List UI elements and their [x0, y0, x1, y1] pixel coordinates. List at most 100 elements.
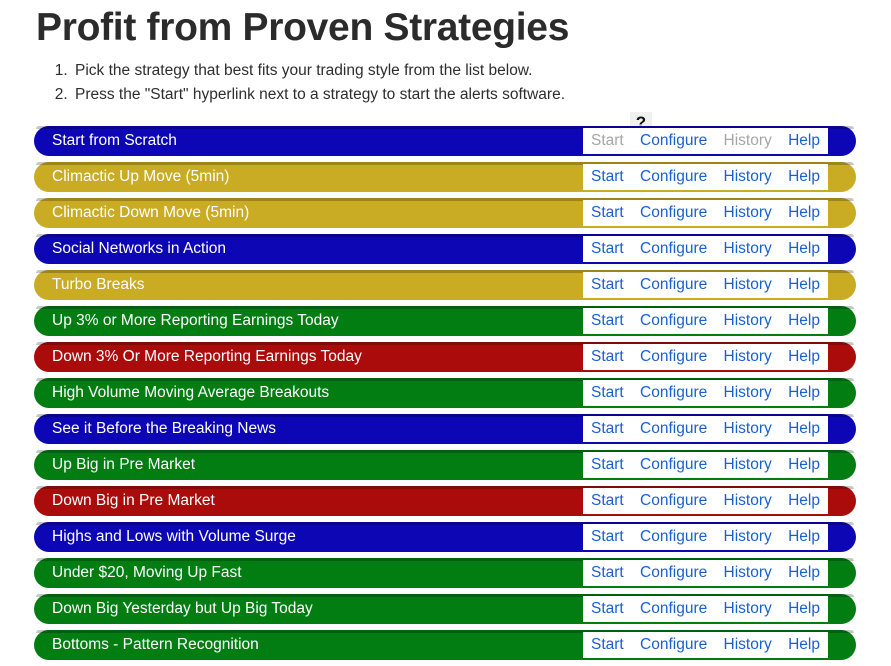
help-link[interactable]: Help [788, 312, 820, 330]
strategy-actions: Start Configure History Help [583, 344, 828, 370]
strategy-actions: Start Configure History Help [583, 128, 828, 154]
strategy-actions: Start Configure History Help [583, 524, 828, 550]
help-link[interactable]: Help [788, 204, 820, 222]
help-link[interactable]: Help [788, 528, 820, 546]
configure-link[interactable]: Configure [640, 348, 707, 366]
strategy-actions: Start Configure History Help [583, 596, 828, 622]
strategy-actions: Start Configure History Help [583, 416, 828, 442]
strategy-row[interactable]: Highs and Lows with Volume Surge Start Con… [34, 522, 856, 552]
start-link[interactable]: Start [591, 276, 624, 294]
help-link[interactable]: Help [788, 420, 820, 438]
history-link[interactable]: History [724, 600, 772, 618]
configure-link[interactable]: Configure [640, 600, 707, 618]
help-link[interactable]: Help [788, 384, 820, 402]
start-link[interactable]: Start [591, 312, 624, 330]
configure-link[interactable]: Configure [640, 564, 707, 582]
history-link[interactable]: History [724, 168, 772, 186]
strategy-name: Bottoms - Pattern Recognition [52, 636, 259, 653]
strategy-actions: Start Configure History Help [583, 200, 828, 226]
strategy-name: Down Big in Pre Market [52, 492, 215, 509]
help-link[interactable]: Help [788, 132, 820, 150]
start-link[interactable]: Start [591, 636, 624, 654]
start-link[interactable]: Start [591, 240, 624, 258]
strategy-name: Climactic Up Move (5min) [52, 168, 230, 185]
strategy-row[interactable]: Up 3% or More Reporting Earnings Today St… [34, 306, 856, 336]
history-link[interactable]: History [724, 312, 772, 330]
strategy-name: Highs and Lows with Volume Surge [52, 528, 296, 545]
configure-link[interactable]: Configure [640, 132, 707, 150]
help-link[interactable]: Help [788, 492, 820, 510]
history-link[interactable]: History [724, 204, 772, 222]
strategy-name: Turbo Breaks [52, 276, 145, 293]
strategy-row[interactable]: Bottoms - Pattern Recognition Start Config… [34, 630, 856, 660]
configure-link[interactable]: Configure [640, 204, 707, 222]
strategy-row[interactable]: Social Networks in Action Start Configure H… [34, 234, 856, 264]
help-link[interactable]: Help [788, 168, 820, 186]
strategy-row[interactable]: Under $20, Moving Up Fast Start Configure H… [34, 558, 856, 588]
start-link[interactable]: Start [591, 348, 624, 366]
page-root: Profit from Proven Strategies Pick the s… [0, 0, 891, 664]
configure-link[interactable]: Configure [640, 168, 707, 186]
history-link: History [723, 132, 772, 149]
start-link[interactable]: Start [591, 168, 624, 186]
history-link[interactable]: History [724, 492, 772, 510]
history-link[interactable]: History [724, 384, 772, 402]
strategy-actions: Start Configure History Help [583, 164, 828, 190]
strategy-row[interactable]: See it Before the Breaking News Start Conf… [34, 414, 856, 444]
start-link[interactable]: Start [591, 492, 624, 510]
strategy-row[interactable]: Up Big in Pre Market Start Configure Histor… [34, 450, 856, 480]
start-link[interactable]: Start [591, 204, 624, 222]
history-link[interactable]: History [724, 636, 772, 654]
strategy-actions: Start Configure History Help [583, 452, 828, 478]
start-link[interactable]: Start [591, 600, 624, 618]
configure-link[interactable]: Configure [640, 240, 707, 258]
start-link[interactable]: Start [591, 528, 624, 546]
help-link[interactable]: Help [788, 240, 820, 258]
strategy-row[interactable]: Climactic Down Move (5min) Start Configure… [34, 198, 856, 228]
start-link[interactable]: Start [591, 420, 624, 438]
help-link[interactable]: Help [788, 600, 820, 618]
start-link[interactable]: Start [591, 564, 624, 582]
configure-link[interactable]: Configure [640, 384, 707, 402]
strategy-row[interactable]: Turbo Breaks Start Configure History Help [34, 270, 856, 300]
history-link[interactable]: History [724, 348, 772, 366]
strategy-actions: Start Configure History Help [583, 632, 828, 658]
strategy-name: Down 3% Or More Reporting Earnings Today [52, 348, 362, 365]
history-link[interactable]: History [724, 528, 772, 546]
history-link[interactable]: History [724, 564, 772, 582]
help-link[interactable]: Help [788, 348, 820, 366]
help-link[interactable]: Help [788, 564, 820, 582]
history-link[interactable]: History [724, 240, 772, 258]
strategy-row[interactable]: Start from Scratch Start Configure History H… [34, 126, 856, 156]
help-link[interactable]: Help [788, 276, 820, 294]
history-link[interactable]: History [724, 420, 772, 438]
strategy-row[interactable]: Climactic Up Move (5min) Start Configure Hi… [34, 162, 856, 192]
help-link[interactable]: Help [788, 636, 820, 654]
configure-link[interactable]: Configure [640, 528, 707, 546]
start-link[interactable]: Start [591, 384, 624, 402]
strategy-name: Under $20, Moving Up Fast [52, 564, 242, 581]
strategy-row[interactable]: High Volume Moving Average Breakouts Star… [34, 378, 856, 408]
strategy-row[interactable]: Down Big Yesterday but Up Big Today Start… [34, 594, 856, 624]
configure-link[interactable]: Configure [640, 276, 707, 294]
help-link[interactable]: Help [788, 456, 820, 474]
strategy-row[interactable]: Down Big in Pre Market Start Configure Hist… [34, 486, 856, 516]
strategy-name: Down Big Yesterday but Up Big Today [52, 600, 313, 617]
strategy-list: Start from Scratch Start Configure History H… [0, 126, 891, 666]
history-link[interactable]: History [724, 456, 772, 474]
configure-link[interactable]: Configure [640, 420, 707, 438]
start-link[interactable]: Start [591, 456, 624, 474]
configure-link[interactable]: Configure [640, 636, 707, 654]
strategy-row[interactable]: Down 3% Or More Reporting Earnings Today… [34, 342, 856, 372]
configure-link[interactable]: Configure [640, 492, 707, 510]
configure-link[interactable]: Configure [640, 312, 707, 330]
strategy-actions: Start Configure History Help [583, 272, 828, 298]
strategy-name: See it Before the Breaking News [52, 420, 277, 437]
strategy-name: Start from Scratch [52, 132, 177, 149]
strategy-actions: Start Configure History Help [583, 308, 828, 334]
strategy-actions: Start Configure History Help [583, 236, 828, 262]
instructions-section: Pick the strategy that best fits your tr… [0, 50, 891, 134]
strategy-actions: Start Configure History Help [583, 560, 828, 586]
configure-link[interactable]: Configure [640, 456, 707, 474]
history-link[interactable]: History [724, 276, 772, 294]
